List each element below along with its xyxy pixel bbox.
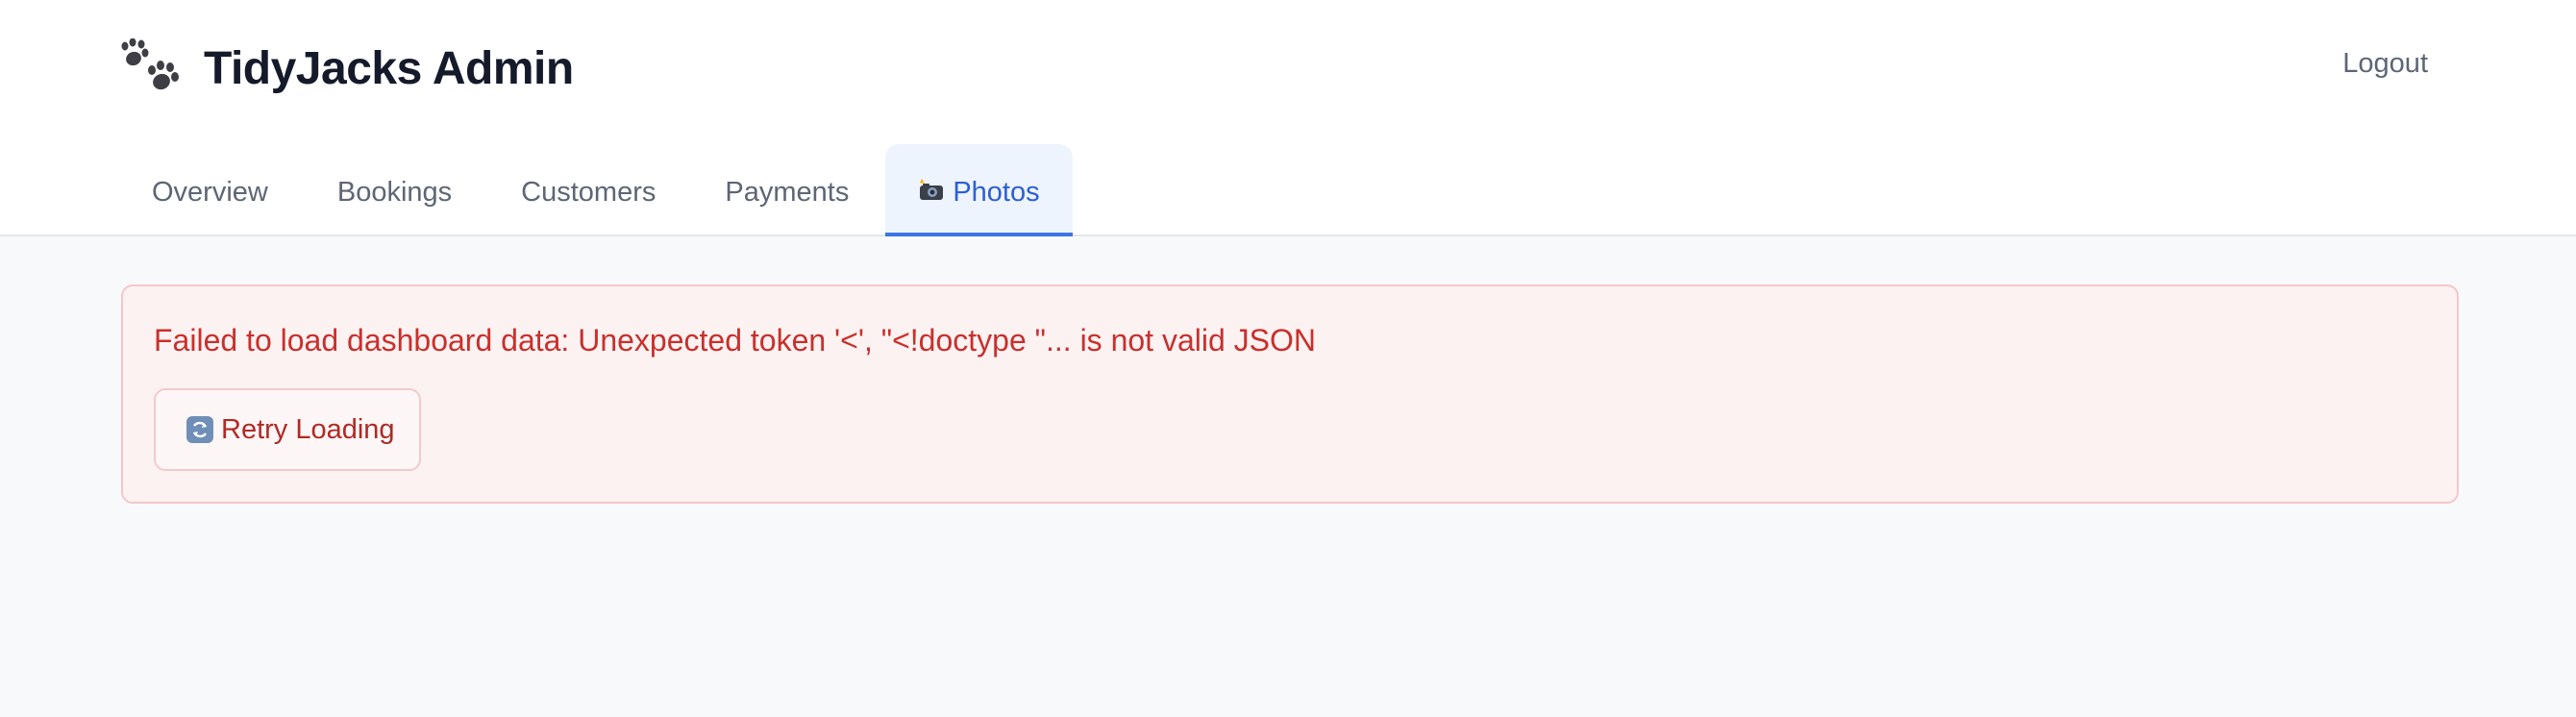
tab-bookings[interactable]: Bookings [305,144,484,236]
camera-flash-icon [918,177,945,209]
tab-label: Overview [152,176,268,208]
tab-customers[interactable]: Customers [488,144,688,236]
refresh-icon [186,416,213,443]
tab-payments[interactable]: Payments [692,144,881,236]
retry-label: Retry Loading [221,413,395,445]
tab-bar: Overview Bookings Customers Payments Pho… [119,144,1077,236]
app-title: TidyJacks Admin [204,42,574,94]
paw-prints-icon [121,38,179,90]
brand: TidyJacks Admin [119,35,574,102]
tab-photos[interactable]: Photos [885,144,1073,236]
tab-label: Photos [953,176,1040,208]
retry-loading-button[interactable]: Retry Loading [154,388,421,471]
tab-label: Payments [725,176,850,208]
error-message: Failed to load dashboard data: Unexpecte… [154,323,1316,358]
error-alert: Failed to load dashboard data: Unexpecte… [121,284,2459,504]
logout-button[interactable]: Logout [2342,48,2428,80]
tab-overview[interactable]: Overview [119,144,301,236]
tab-label: Bookings [336,176,453,208]
top-header: TidyJacks Admin Logout Overview Bookings… [0,0,2576,236]
tab-label: Customers [521,176,656,208]
